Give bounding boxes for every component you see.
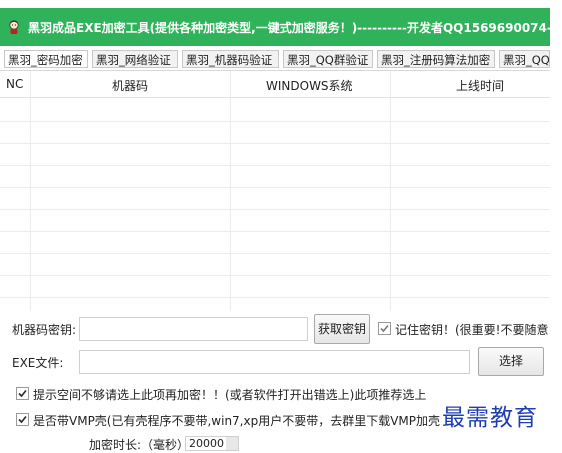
tab-qq-group-verify[interactable]: 黑羽_QQ群验证 bbox=[283, 50, 373, 68]
tab-bar: 黑羽_密码加密 黑羽_网络验证 黑羽_机器码验证 黑羽_QQ群验证 黑羽_注册码… bbox=[0, 49, 550, 69]
encrypt-duration-select[interactable]: 20000 bbox=[185, 436, 239, 451]
window-title: 黑羽成品EXE加密工具(提供各种加密类型,一键式加密服务！)----------… bbox=[28, 21, 562, 35]
get-key-button[interactable]: 获取密钥 bbox=[314, 314, 370, 344]
tab-network-verify[interactable]: 黑羽_网络验证 bbox=[92, 50, 178, 68]
remember-key-checkbox[interactable] bbox=[378, 322, 391, 335]
column-header-nc[interactable]: NC bbox=[6, 77, 23, 91]
machine-key-input[interactable] bbox=[79, 317, 308, 341]
vmp-shell-label: 是否带VMP壳(已有壳程序不要带,win7,xp用户不要带，去群里下载VMP加壳 bbox=[33, 414, 441, 428]
app-logo-icon bbox=[6, 19, 22, 35]
column-header-online-time[interactable]: 上线时间 bbox=[456, 77, 504, 94]
machine-list-table[interactable]: NC 机器码 WINDOWS系统 上线时间 bbox=[0, 70, 550, 311]
column-header-windows-system[interactable]: WINDOWS系统 bbox=[266, 77, 353, 94]
machine-key-label: 机器码密钥: bbox=[12, 323, 77, 337]
select-file-button[interactable]: 选择 bbox=[478, 347, 544, 376]
exe-file-label: EXE文件: bbox=[12, 356, 64, 370]
checkmark-icon bbox=[380, 324, 389, 333]
encrypt-duration-label: 加密时长:（毫秒） bbox=[89, 438, 190, 452]
encrypt-duration-value: 20000 bbox=[189, 437, 224, 450]
watermark-text: 最需教育 bbox=[442, 405, 538, 431]
space-option-checkbox[interactable] bbox=[16, 387, 29, 400]
tab-qq[interactable]: 黑羽_QQ bbox=[499, 50, 550, 68]
column-header-machine-code[interactable]: 机器码 bbox=[112, 77, 148, 94]
exe-file-input[interactable] bbox=[79, 350, 470, 374]
checkmark-icon bbox=[18, 389, 27, 398]
table-header: NC 机器码 WINDOWS系统 上线时间 bbox=[0, 71, 550, 98]
title-bar: 黑羽成品EXE加密工具(提供各种加密类型,一键式加密服务！)----------… bbox=[0, 8, 562, 46]
chevron-down-icon bbox=[226, 437, 238, 450]
vmp-shell-checkbox[interactable] bbox=[16, 413, 29, 426]
remember-key-label: 记住密钥！(很重要!不要随意 bbox=[395, 323, 549, 337]
space-option-label: 提示空间不够请选上此项再加密！！(或者软件打开出错选上)此项推荐选上 bbox=[33, 388, 427, 402]
tab-machine-code-verify[interactable]: 黑羽_机器码验证 bbox=[182, 50, 279, 68]
tab-reg-code-algorithm[interactable]: 黑羽_注册码算法加密 bbox=[377, 50, 495, 68]
tab-password-encrypt[interactable]: 黑羽_密码加密 bbox=[4, 50, 88, 68]
checkmark-icon bbox=[18, 415, 27, 424]
